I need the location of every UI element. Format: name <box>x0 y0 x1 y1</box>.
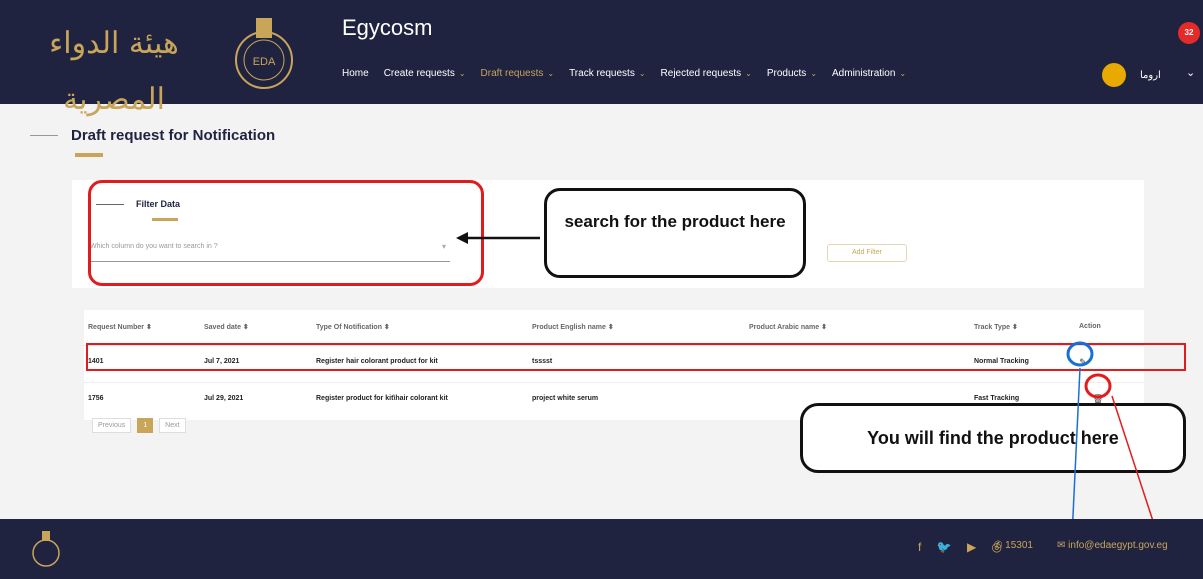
column-header-english-name[interactable]: Product English name ⬍ <box>532 323 614 331</box>
nav-item-rejected-requests[interactable]: Rejected requests ⌄ <box>661 68 752 79</box>
nav-item-track-requests[interactable]: Track requests ⌄ <box>569 68 645 79</box>
chevron-down-icon: ⌄ <box>810 69 818 78</box>
cell-track-type: Fast Tracking <box>974 395 1020 402</box>
user-name[interactable]: اروما <box>1140 70 1161 81</box>
main-nav: Home Create requests ⌄ Draft requests ⌄ Tr… <box>342 68 921 79</box>
add-filter-button[interactable]: Add Filter <box>827 244 907 262</box>
chevron-down-icon: ⌄ <box>547 69 555 78</box>
title-accent <box>75 153 103 157</box>
cell-english-name: project white serum <box>532 395 599 402</box>
chevron-down-icon: ⌄ <box>745 69 752 78</box>
product-callout: You will find the product here <box>800 403 1186 473</box>
nav-item-home[interactable]: Home <box>342 68 369 79</box>
svg-text:EDA: EDA <box>253 56 276 68</box>
eda-seal-icon[interactable]: EDA <box>218 12 310 94</box>
footer-email[interactable]: ✉ info@edaegypt.gov.eg <box>1057 540 1168 551</box>
column-header-type[interactable]: Type Of Notification ⬍ <box>316 323 390 331</box>
app-title: Egycosm <box>342 15 433 40</box>
cell-saved-date: Jul 29, 2021 <box>204 395 244 402</box>
footer-phone[interactable]: ✆ 15301 <box>994 540 1033 551</box>
next-page-button[interactable]: Next <box>159 418 186 433</box>
column-header-action: Action <box>1079 323 1101 330</box>
pagination: Previous 1 Next <box>92 418 186 433</box>
notification-badge[interactable]: 32 <box>1178 22 1200 44</box>
column-header-saved-date[interactable]: Saved date ⬍ <box>204 323 249 331</box>
page-root: هيئة الدواء المصرية EDA Egycosm Home Cre… <box>0 0 1203 579</box>
cell-request-number: 1756 <box>88 395 104 402</box>
chevron-down-icon: ⌄ <box>638 69 646 78</box>
page-1-button[interactable]: 1 <box>137 418 154 433</box>
search-callout: search for the product here <box>544 188 806 278</box>
nav-item-create-requests[interactable]: Create requests ⌄ <box>384 68 466 79</box>
chevron-down-icon: ⌄ <box>458 69 466 78</box>
column-header-arabic-name[interactable]: Product Arabic name ⬍ <box>749 323 827 331</box>
column-header-request-number[interactable]: Request Number ⬍ <box>88 323 152 331</box>
previous-page-button[interactable]: Previous <box>92 418 132 433</box>
user-avatar-icon[interactable] <box>1102 63 1126 87</box>
nav-item-products[interactable]: Products ⌄ <box>767 68 817 79</box>
cell-type: Register product for kit\hair colorant k… <box>316 395 448 402</box>
nav-item-draft-requests[interactable]: Draft requests ⌄ <box>481 68 555 79</box>
row-highlight-box <box>86 343 1186 371</box>
eda-arabic-logo[interactable]: هيئة الدواء المصرية <box>24 16 204 117</box>
nav-item-administration[interactable]: Administration ⌄ <box>832 68 906 79</box>
filter-highlight-box <box>88 180 484 286</box>
title-divider <box>30 135 58 136</box>
column-header-track-type[interactable]: Track Type ⬍ <box>974 323 1018 331</box>
top-navbar: هيئة الدواء المصرية EDA Egycosm Home Cre… <box>0 0 1203 117</box>
eda-seal-icon <box>32 531 60 567</box>
chevron-down-icon: ⌄ <box>899 69 907 78</box>
chevron-down-icon[interactable]: ⌄ <box>1186 66 1195 79</box>
table-header: Request Number ⬍ Saved date ⬍ Type Of No… <box>84 310 1144 346</box>
page-title: Draft request for Notification <box>71 127 276 144</box>
footer: f 🐦 ▶ ◎ ✆ 15301 ✉ info@edaegypt.gov.eg <box>0 519 1203 579</box>
